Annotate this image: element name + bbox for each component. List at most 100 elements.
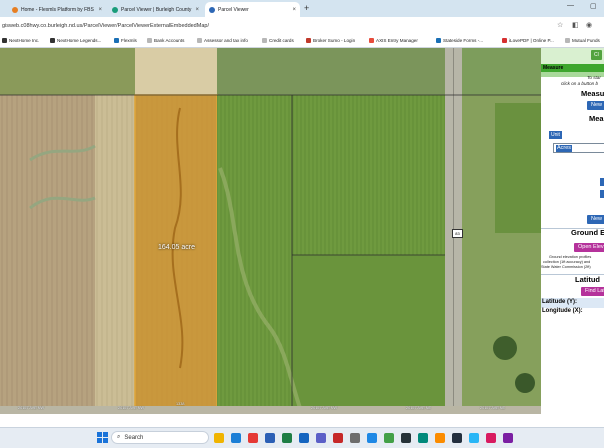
bookmark-icon xyxy=(50,38,55,43)
instruction-text-2: click on a button b xyxy=(561,81,599,86)
app-red-icon[interactable] xyxy=(333,433,343,443)
unit-select[interactable]: Acres xyxy=(553,143,604,153)
new-tab-button[interactable]: + xyxy=(304,3,309,13)
new-measure-button-2[interactable]: New xyxy=(587,215,604,224)
longitude-label: Longitude (X): xyxy=(542,308,583,314)
panel-top-bar: Cl xyxy=(541,48,604,64)
ground-text-3: State Water Commission (2ft) xyxy=(541,265,591,269)
amazon-icon[interactable] xyxy=(452,433,462,443)
bookmark-axis[interactable]: AXIS Entry Manager xyxy=(369,38,418,43)
road-label: 20157 AVE NW xyxy=(311,406,338,410)
tab-label: Parcel Viewer xyxy=(218,6,249,13)
profile-icon[interactable]: ◉ xyxy=(586,21,592,29)
bookmark-credit-cards[interactable]: Credit cards xyxy=(262,38,294,43)
app-gray-icon[interactable] xyxy=(350,433,360,443)
close-icon[interactable]: × xyxy=(193,7,199,13)
search-placeholder: Search xyxy=(124,434,144,441)
tab-flexmls-home[interactable]: Home - Flexmls Platform by FBS × xyxy=(8,2,106,17)
field-top-stubble xyxy=(135,48,217,95)
maximize-button[interactable]: ▢ xyxy=(590,2,597,10)
measure-tab[interactable]: Measure xyxy=(541,64,604,72)
bookmark-flexmls[interactable]: Flexmls xyxy=(114,38,137,43)
open-elevation-button[interactable]: Open Elev xyxy=(574,243,604,252)
word-icon[interactable] xyxy=(265,433,275,443)
folder-icon xyxy=(565,38,570,43)
bookmark-label: Broker Sumo - Login xyxy=(313,38,356,43)
edge-icon[interactable] xyxy=(231,433,241,443)
folder-icon xyxy=(262,38,267,43)
unit-label: Unit xyxy=(549,131,562,139)
parcel-map[interactable]: 164.05 acre 83 1338 20157 AVE NW 20157 A… xyxy=(0,48,541,414)
bookmark-icon xyxy=(114,38,119,43)
scroll-marker xyxy=(600,178,604,186)
folder-icon xyxy=(147,38,152,43)
folder-icon xyxy=(197,38,202,43)
browser-tab-strip: Home - Flexmls Platform by FBS × Parcel … xyxy=(0,0,604,17)
teams-icon[interactable] xyxy=(316,433,326,443)
app-green-icon[interactable] xyxy=(384,433,394,443)
search-icon: ⌕ xyxy=(117,434,121,440)
close-icon[interactable]: × xyxy=(290,7,296,13)
bookmark-nexthome[interactable]: NextHome Inc. xyxy=(2,38,39,43)
app-orange-icon[interactable] xyxy=(435,433,445,443)
bookmark-label: Mutual Funds xyxy=(572,38,600,43)
bookmark-mutual-funds[interactable]: Mutual Funds xyxy=(565,38,600,43)
close-icon[interactable]: × xyxy=(96,7,102,13)
field-green-a xyxy=(217,95,292,408)
field-left-stubble xyxy=(0,95,95,414)
windows-start-icon[interactable] xyxy=(97,432,108,443)
tab-parcel-viewer[interactable]: Parcel Viewer × xyxy=(205,2,300,17)
new-measure-button-1[interactable]: New xyxy=(587,101,604,110)
taskbar-search[interactable]: ⌕ Search xyxy=(111,431,209,444)
field-green-b xyxy=(292,95,445,255)
highway-shield: 83 xyxy=(452,229,463,238)
county-road xyxy=(0,406,541,414)
measure-tool-panel: Cl Measure To star click on a button b M… xyxy=(541,48,604,414)
bookmark-label: NextHome Legends... xyxy=(57,38,102,43)
app-dark-icon[interactable] xyxy=(401,433,411,443)
excel-icon[interactable] xyxy=(282,433,292,443)
field-top-left xyxy=(0,48,135,95)
field-green-c xyxy=(292,255,445,408)
bookmark-nexthome-legends[interactable]: NextHome Legends... xyxy=(50,38,101,43)
scroll-marker xyxy=(600,190,604,198)
app-teal-icon[interactable] xyxy=(418,433,428,443)
bookmark-label: Stateside Forms -... xyxy=(443,38,484,43)
field-top-pasture xyxy=(217,48,445,95)
flexmls-favicon-icon xyxy=(12,6,18,13)
bookmark-label: iLovePDF | Online P... xyxy=(509,38,554,43)
road-label: 20157 AVE NW xyxy=(18,406,45,410)
app-pink-icon[interactable] xyxy=(486,433,496,443)
app-purple-icon[interactable] xyxy=(503,433,513,443)
tab-parcel-viewer-county[interactable]: Parcel Viewer | Burleigh County × xyxy=(108,2,203,17)
minimize-button[interactable]: — xyxy=(567,2,574,9)
latitude-label: Latitude (Y): xyxy=(542,299,577,305)
status-strip xyxy=(0,414,604,427)
bookmark-broker-sumo[interactable]: Broker Sumo - Login xyxy=(306,38,355,43)
bookmark-label: Flexmls xyxy=(121,38,137,43)
bookmark-bank-accounts[interactable]: Bank Accounts xyxy=(147,38,184,43)
bookmark-ilovepdf[interactable]: iLovePDF | Online P... xyxy=(502,38,554,43)
tree-cluster-2 xyxy=(515,373,535,393)
selected-parcel[interactable] xyxy=(134,94,218,409)
measure-heading-2: Mea xyxy=(589,114,604,123)
bookmark-label: Bank Accounts xyxy=(154,38,185,43)
app-blue-icon[interactable] xyxy=(367,433,377,443)
tab-label: Parcel Viewer | Burleigh County xyxy=(121,6,192,13)
outlook-icon[interactable] xyxy=(299,433,309,443)
tab-label: Home - Flexmls Platform by FBS xyxy=(21,6,94,13)
find-latlong-button[interactable]: Find Lat xyxy=(581,287,604,296)
bookmark-icon xyxy=(369,38,374,43)
clear-button[interactable]: Cl xyxy=(591,50,602,60)
instruction-text-1: To star xyxy=(587,75,601,80)
bookmark-assessor[interactable]: Assessor and tax info xyxy=(197,38,248,43)
url-field[interactable]: gisweb.c08hwy.co.burleigh.nd.us/ParcelVi… xyxy=(0,21,209,32)
bookmark-star-icon[interactable]: ☆ xyxy=(557,21,563,29)
windows-taskbar: ⌕ Search xyxy=(0,427,604,448)
file-explorer-icon[interactable] xyxy=(214,433,224,443)
parcel-area-label: 164.05 acre xyxy=(158,244,195,251)
app-lightblue-icon[interactable] xyxy=(469,433,479,443)
extensions-icon[interactable]: ◧ xyxy=(572,21,579,29)
chrome-icon[interactable] xyxy=(248,433,258,443)
bookmark-stateside[interactable]: Stateside Forms -... xyxy=(436,38,483,43)
